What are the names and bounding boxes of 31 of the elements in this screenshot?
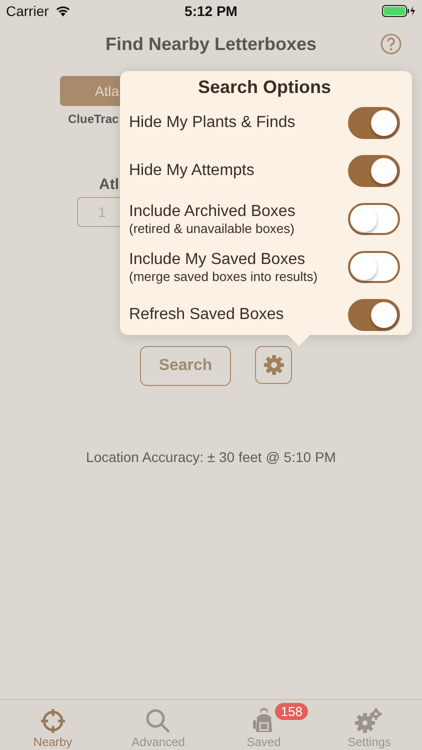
option-label: Refresh Saved Boxes <box>129 306 284 324</box>
tab-item[interactable]: Advanced <box>106 700 211 750</box>
toggle-switch[interactable] <box>348 203 400 235</box>
tab-item[interactable]: Settings <box>316 700 422 750</box>
carrier-label: Carrier <box>6 3 49 19</box>
wifi-icon <box>54 5 71 17</box>
option-label: Hide My Attempts <box>129 162 254 180</box>
segment-tab[interactable]: Atla <box>60 76 122 106</box>
clock-time: 5:12 PM <box>184 3 238 19</box>
toggle-switch[interactable] <box>348 251 400 283</box>
popover-title: Search Options <box>196 77 332 97</box>
search-icon <box>145 708 172 734</box>
options-button[interactable] <box>255 346 292 384</box>
tab-item[interactable]: 158 Saved <box>211 700 316 750</box>
atlas-label: Atl <box>99 176 119 193</box>
location-accuracy-text: Location Accuracy: ± 30 feet @ 5:10 PM <box>85 449 337 465</box>
count-badge: 158 <box>274 703 308 720</box>
search-button[interactable]: Search <box>140 346 231 386</box>
gear-icon <box>262 354 284 376</box>
option-hint: (merge saved boxes into results) <box>129 268 318 284</box>
screen-title: Find Nearby Letterboxes <box>105 34 317 54</box>
toggle-switch[interactable] <box>348 299 400 331</box>
crosshair-icon <box>40 708 66 734</box>
toggle-switch[interactable] <box>348 155 400 187</box>
option-label: Include My Saved Boxes <box>129 250 306 268</box>
toggle-switch[interactable] <box>348 107 400 139</box>
gears-icon <box>355 708 384 734</box>
battery-icon <box>382 5 416 17</box>
option-label: Hide My Plants & Finds <box>129 114 296 132</box>
tab-item[interactable]: Nearby <box>0 700 106 750</box>
source-label: ClueTrac <box>68 112 119 126</box>
